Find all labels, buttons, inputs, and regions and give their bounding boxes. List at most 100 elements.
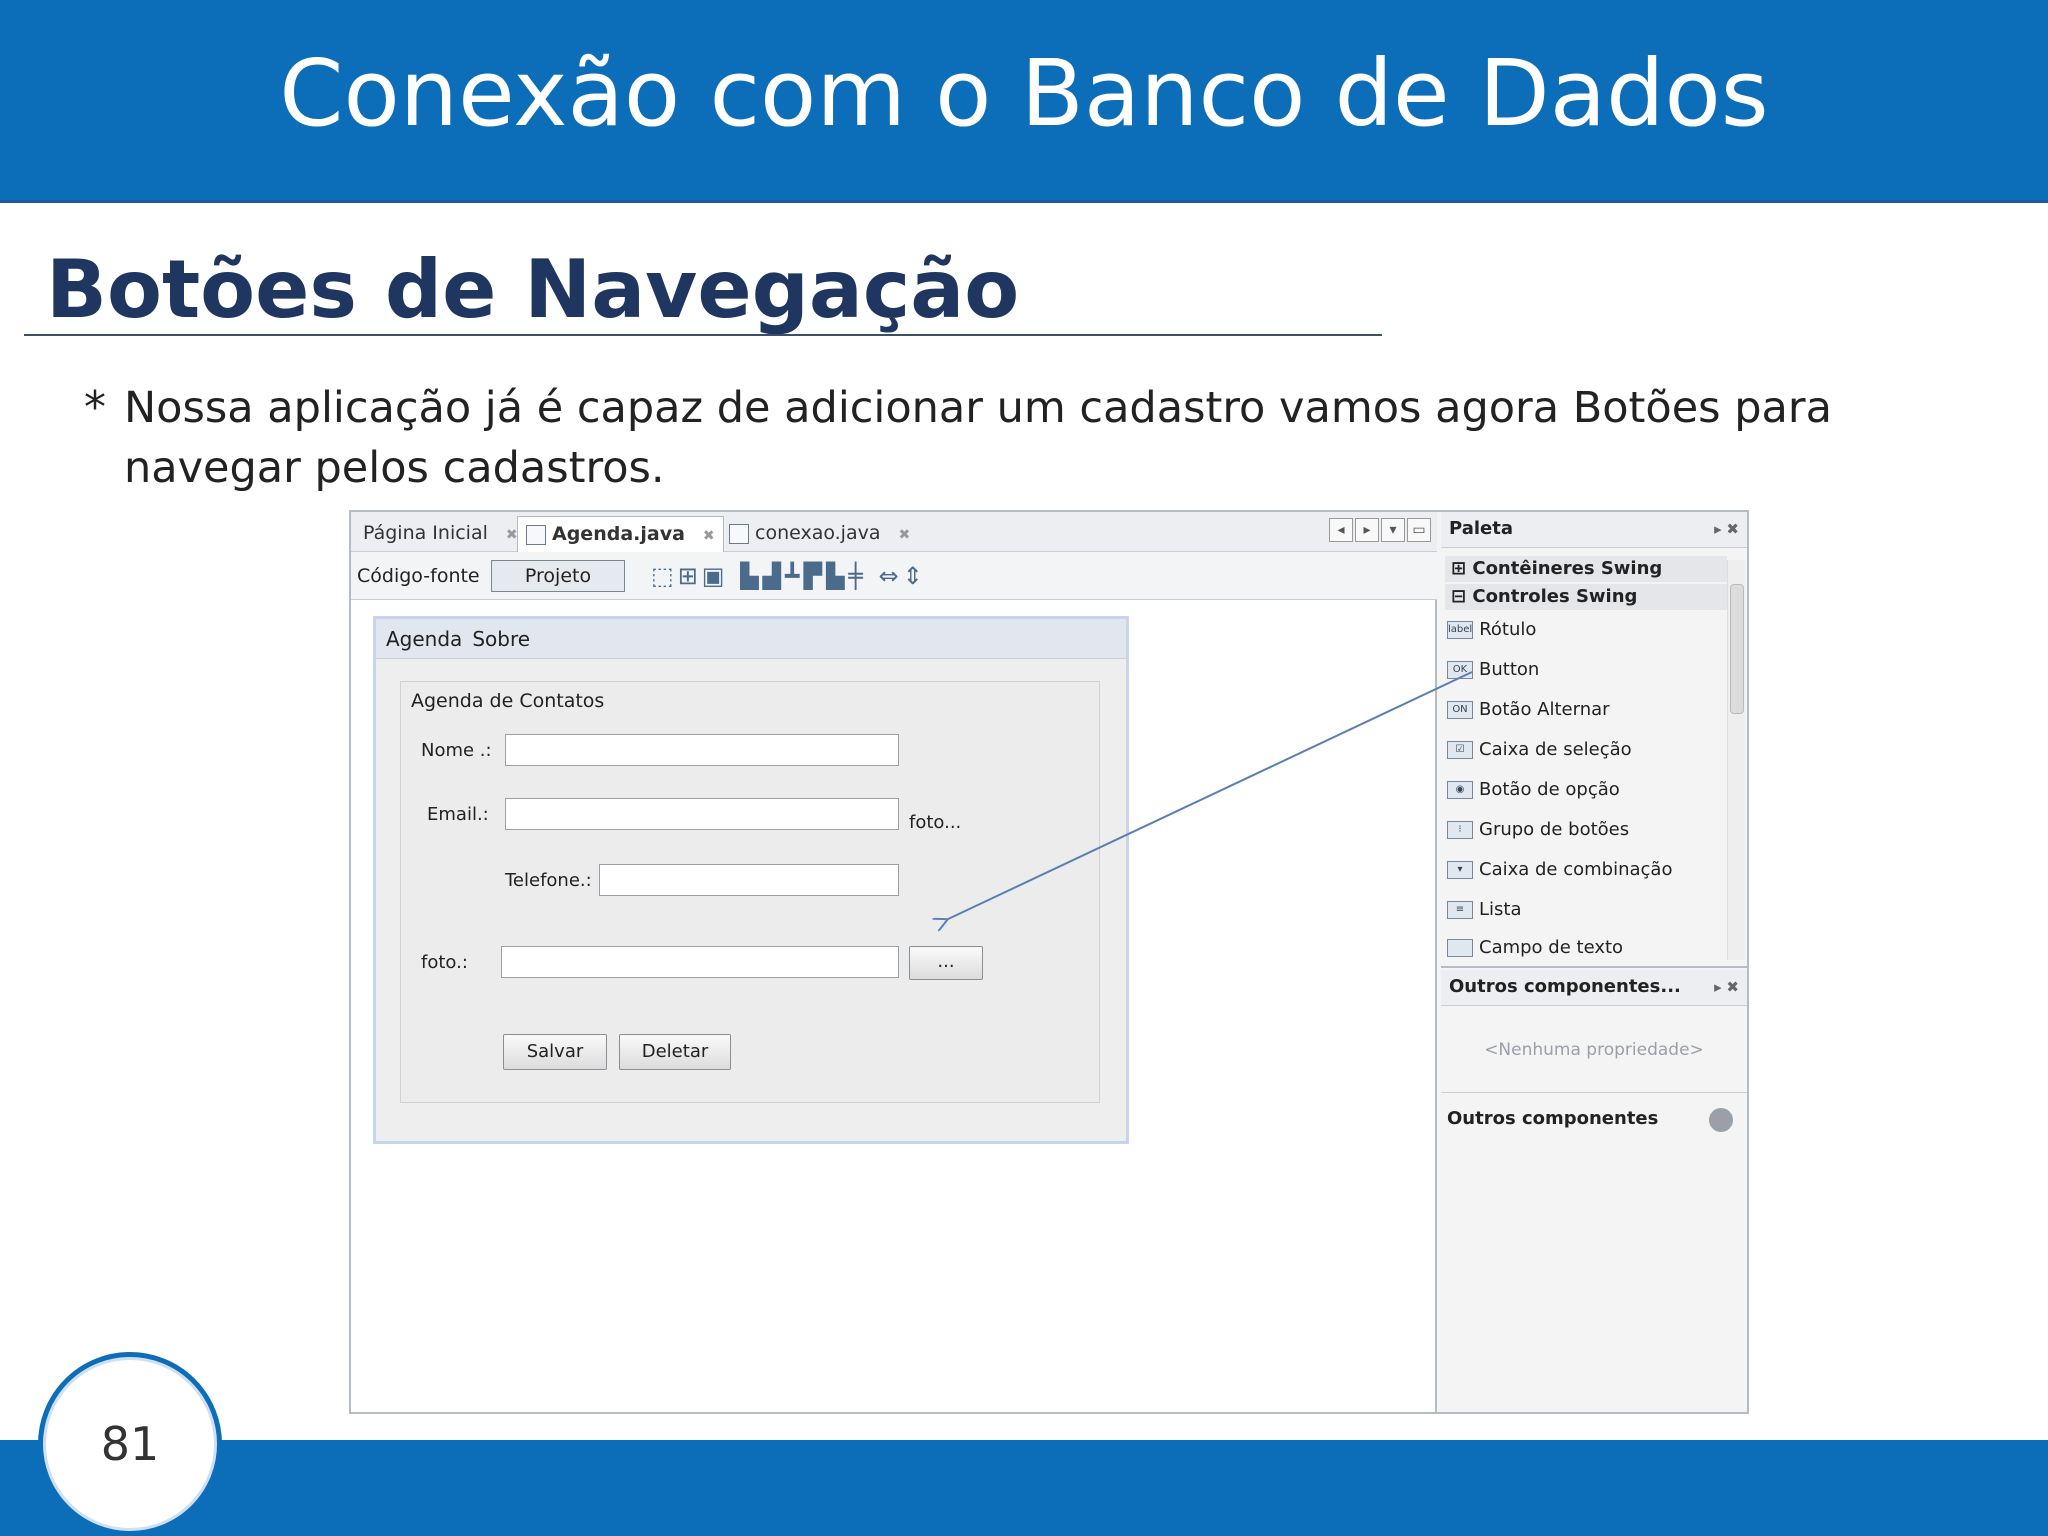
- panel-controls[interactable]: ▸ ✖: [1714, 512, 1739, 546]
- delete-button[interactable]: Deletar: [619, 1034, 731, 1070]
- tab-scroll-left-icon[interactable]: ◂: [1329, 518, 1353, 542]
- item-label: Caixa de seleção: [1479, 739, 1632, 760]
- toggle-button-icon: ON: [1447, 701, 1473, 719]
- tab-label: Agenda.java: [552, 523, 685, 545]
- inspector-divider: [1441, 1092, 1747, 1093]
- align-left-icon[interactable]: ▙: [740, 562, 762, 590]
- save-button[interactable]: Salvar: [503, 1034, 607, 1070]
- resize-vertical-icon[interactable]: ⇕: [903, 562, 927, 590]
- palette-scrollbar[interactable]: [1727, 560, 1745, 960]
- item-label: Campo de texto: [1479, 937, 1624, 958]
- menu-agenda[interactable]: Agenda: [386, 627, 462, 651]
- combo-box-icon: ▾: [1447, 861, 1473, 879]
- item-label: Rótulo: [1479, 619, 1537, 640]
- close-icon[interactable]: ✖: [506, 527, 518, 543]
- button-group-icon: ⁝: [1447, 821, 1473, 839]
- design-view-button[interactable]: Projeto: [491, 560, 625, 592]
- palette-item-text-field[interactable]: Campo de texto: [1447, 932, 1727, 964]
- editor-tab-bar: Página Inicial ✖ Agenda.java ✖ conexao.jav…: [351, 512, 1437, 552]
- palette-category-containers[interactable]: ⊞ Contêineres Swing: [1445, 556, 1727, 582]
- maximize-icon[interactable]: ▭: [1407, 518, 1431, 542]
- toolbar-icons: ⬚⊞▣ ▙▟┻▛▙╪ ⇔⇕: [651, 562, 927, 590]
- ide-window: Página Inicial ✖ Agenda.java ✖ conexao.jav…: [349, 510, 1749, 1414]
- preview-icon[interactable]: ▣: [702, 562, 729, 590]
- palette-item-button-group[interactable]: ⁝ Grupo de botões: [1447, 814, 1727, 846]
- tab-label: conexao.java: [755, 522, 881, 544]
- panel-controls[interactable]: ▸ ✖: [1714, 970, 1739, 1004]
- footer-band: [0, 1440, 2048, 1536]
- palette-item-list[interactable]: ≡ Lista: [1447, 894, 1727, 926]
- collapse-icon: ⊟: [1451, 586, 1473, 607]
- tab-navigation: ◂ ▸ ▾ ▭: [1327, 518, 1431, 544]
- telefone-label: Telefone.:: [505, 870, 592, 891]
- designed-form: Agenda Sobre Agenda de Contatos Nome .: E…: [373, 616, 1129, 1144]
- panel-title: Agenda de Contatos: [411, 690, 605, 712]
- palette-item-label[interactable]: label Rótulo: [1447, 614, 1727, 646]
- inspector-header: Outros componentes... ▸ ✖: [1441, 970, 1747, 1006]
- palette-item-toggle-button[interactable]: ON Botão Alternar: [1447, 694, 1727, 726]
- email-field[interactable]: [505, 798, 899, 830]
- radio-button-icon: ◉: [1447, 781, 1473, 799]
- bullet-marker: *: [84, 382, 106, 433]
- section-divider: [24, 334, 1382, 336]
- tab-pagina-inicial[interactable]: Página Inicial ✖: [355, 516, 526, 552]
- inspector-title: Outros componentes...: [1449, 976, 1681, 997]
- align-middle-icon[interactable]: ╪: [848, 562, 866, 590]
- palette-item-combo-box[interactable]: ▾ Caixa de combinação: [1447, 854, 1727, 886]
- page-number: 81: [100, 1417, 160, 1471]
- menu-sobre[interactable]: Sobre: [472, 627, 530, 651]
- designer-toolbar: Código-fonte Projeto ⬚⊞▣ ▙▟┻▛▙╪ ⇔⇕: [351, 552, 1437, 600]
- inspector-panel: Outros componentes... ▸ ✖ <Nenhuma propr…: [1441, 970, 1747, 1412]
- align-right-icon[interactable]: ▟: [763, 562, 785, 590]
- item-label: Lista: [1479, 899, 1522, 920]
- connection-mode-icon[interactable]: ⊞: [678, 562, 702, 590]
- nome-label: Nome .:: [421, 740, 492, 761]
- palette-panel: Paleta ▸ ✖ ⊞ Contêineres Swing ⊟ Control…: [1441, 512, 1747, 968]
- palette-item-checkbox[interactable]: ☑ Caixa de seleção: [1447, 734, 1727, 766]
- palette-title: Paleta: [1449, 518, 1513, 539]
- other-components-label: Outros componentes: [1447, 1108, 1659, 1129]
- email-label: Email.:: [427, 804, 489, 825]
- form-menu-bar: Agenda Sobre: [376, 619, 1126, 659]
- tab-scroll-right-icon[interactable]: ▸: [1355, 518, 1379, 542]
- tab-label: Página Inicial: [363, 522, 488, 544]
- align-top-icon[interactable]: ▛: [804, 562, 826, 590]
- label-icon: label: [1447, 621, 1474, 639]
- browse-button[interactable]: ...: [909, 946, 983, 980]
- item-label: Caixa de combinação: [1479, 859, 1673, 880]
- java-file-icon: [526, 524, 546, 545]
- item-label: Botão Alternar: [1479, 699, 1610, 720]
- tab-list-icon[interactable]: ▾: [1381, 518, 1405, 542]
- contacts-panel: Agenda de Contatos Nome .: Email.: foto.…: [400, 681, 1100, 1103]
- editor-area: Página Inicial ✖ Agenda.java ✖ conexao.jav…: [351, 512, 1437, 1412]
- tab-conexao-java[interactable]: conexao.java ✖: [721, 516, 918, 552]
- selection-mode-icon[interactable]: ⬚: [651, 562, 678, 590]
- category-label: Contêineres Swing: [1472, 558, 1663, 579]
- align-center-icon[interactable]: ┻: [785, 562, 803, 590]
- nome-field[interactable]: [505, 734, 899, 766]
- telefone-field[interactable]: [599, 864, 899, 896]
- scrollbar-thumb[interactable]: [1730, 584, 1744, 714]
- tab-agenda-java[interactable]: Agenda.java ✖: [517, 516, 724, 552]
- no-property-text: <Nenhuma propriedade>: [1484, 1040, 1704, 1060]
- source-view-button[interactable]: Código-fonte: [357, 562, 480, 590]
- item-label: Botão de opção: [1479, 779, 1620, 800]
- section-title: Botões de Navegação: [46, 243, 1020, 336]
- foto-link-label: foto...: [909, 812, 962, 833]
- resize-horizontal-icon[interactable]: ⇔: [879, 562, 903, 590]
- close-icon[interactable]: ✖: [899, 527, 911, 543]
- palette-item-button[interactable]: OK Button: [1447, 654, 1727, 686]
- palette-item-radio-button[interactable]: ◉ Botão de opção: [1447, 774, 1727, 806]
- align-bottom-icon[interactable]: ▙: [826, 562, 848, 590]
- foto-label: foto.:: [421, 952, 468, 973]
- bullet-text: Nossa aplicação já é capaz de adicionar …: [124, 383, 1832, 493]
- button-icon: OK: [1447, 661, 1473, 679]
- close-icon[interactable]: ✖: [703, 528, 715, 544]
- checkbox-icon: ☑: [1447, 741, 1473, 759]
- item-label: Button: [1479, 659, 1540, 680]
- java-file-icon: [729, 523, 749, 544]
- help-icon[interactable]: [1709, 1108, 1733, 1132]
- palette-category-controls[interactable]: ⊟ Controles Swing: [1445, 584, 1727, 610]
- foto-field[interactable]: [501, 946, 899, 978]
- text-field-icon: [1447, 939, 1473, 957]
